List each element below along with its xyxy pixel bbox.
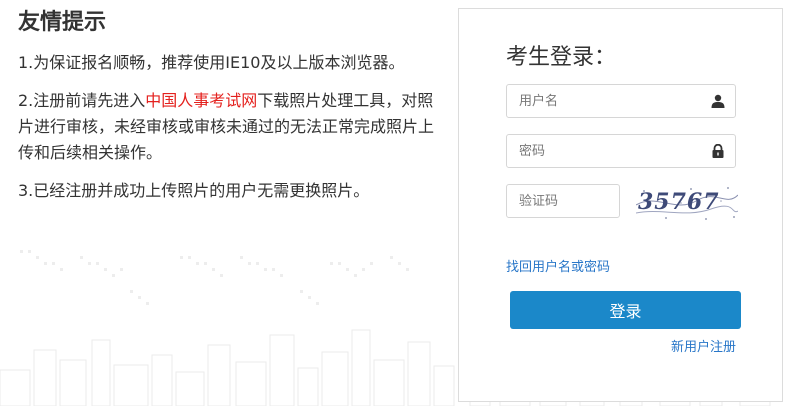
cpta-website-link[interactable]: 中国人事考试网 [145,91,257,110]
login-panel: 考生登录： 35767 找回用户名或密码 登录 [458,8,783,402]
captcha-image[interactable]: 35767 [636,183,738,223]
login-button[interactable]: 登录 [510,291,741,329]
username-field [506,84,736,118]
captcha-input[interactable] [507,185,619,217]
tip-photo-tool-text-before: 2.注册前请先进入 [18,91,146,110]
login-title: 考生登录： [506,45,617,70]
user-icon [711,94,725,108]
world-map-dots [20,250,409,305]
lock-icon [712,144,724,158]
friendly-tips-section: 友情提示 1.为保证报名顺畅，推荐使用IE10及以上版本浏览器。 2.注册前请先… [18,8,443,216]
username-input[interactable] [507,85,735,117]
password-input[interactable] [507,135,735,167]
forgot-credentials-link[interactable]: 找回用户名或密码 [506,256,610,275]
tip-browser: 1.为保证报名顺畅，推荐使用IE10及以上版本浏览器。 [18,53,405,72]
new-user-register-link[interactable]: 新用户注册 [671,336,736,355]
password-field [506,134,736,168]
tip-photo-tool: 2.注册前请先进入中国人事考试网下载照片处理工具，对照片进行审核，未经审核或审核… [18,88,443,166]
tip-registered-users: 3.已经注册并成功上传照片的用户无需更换照片。 [18,181,370,200]
tips-title: 友情提示 [18,10,107,35]
captcha-field [506,184,620,218]
captcha-text: 35767 [638,189,720,215]
